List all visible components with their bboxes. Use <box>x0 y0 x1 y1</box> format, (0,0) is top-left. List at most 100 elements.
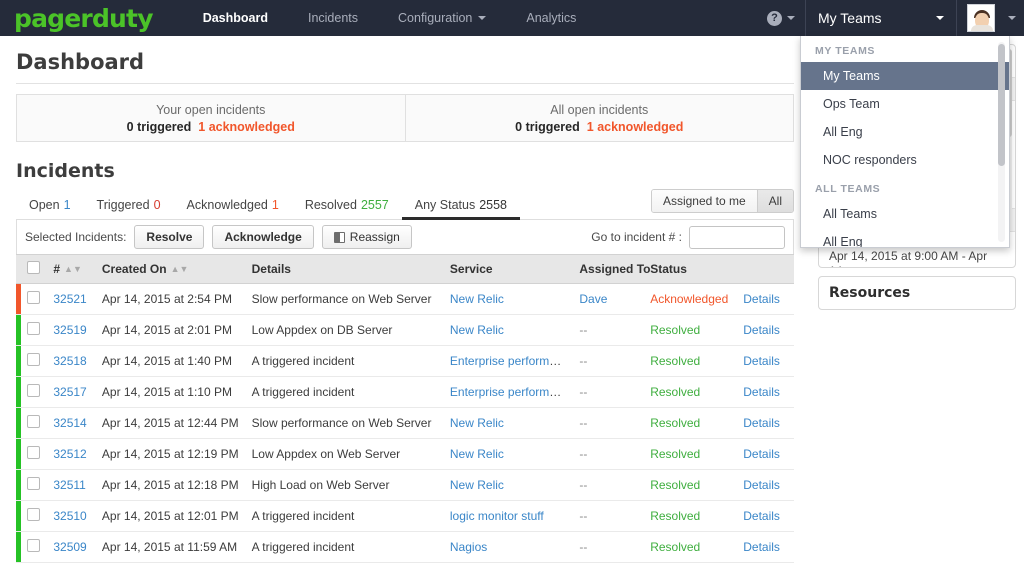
select-all-checkbox[interactable] <box>27 261 40 274</box>
incident-number-link[interactable]: 32514 <box>53 416 86 430</box>
sort-icon[interactable]: ▲▼ <box>64 265 82 274</box>
goto-incident-input[interactable] <box>689 226 785 249</box>
row-checkbox[interactable] <box>27 291 40 304</box>
row-actions: Details <box>737 315 794 346</box>
details-link[interactable]: Details <box>743 323 780 337</box>
service-link[interactable]: New Relic <box>450 478 504 492</box>
service-link[interactable]: Enterprise performance <box>450 354 573 368</box>
row-checkbox[interactable] <box>27 415 40 428</box>
tab-open[interactable]: Open1 <box>16 198 84 219</box>
details-link[interactable]: Details <box>743 354 780 368</box>
nav-link-dashboard[interactable]: Dashboard <box>183 0 288 36</box>
pagerduty-logo[interactable]: pagerduty <box>0 0 167 36</box>
nav-link-analytics[interactable]: Analytics <box>506 0 596 36</box>
incident-number-link[interactable]: 32518 <box>53 354 86 368</box>
page-title: Dashboard <box>16 50 794 74</box>
tab-acknowledged-label: Acknowledged <box>187 198 268 212</box>
row-details: Slow performance on Web Server <box>246 408 444 439</box>
dropdown-scrollbar-track[interactable] <box>998 42 1005 242</box>
service-link[interactable]: Nagios <box>450 540 487 554</box>
tab-acknowledged[interactable]: Acknowledged1 <box>174 198 292 219</box>
summary-label: All open incidents <box>550 103 648 117</box>
dropdown-scrollbar-thumb[interactable] <box>998 44 1005 166</box>
service-link[interactable]: New Relic <box>450 292 504 306</box>
tab-any-status-label: Any Status <box>415 198 475 212</box>
filter-all-button[interactable]: All <box>757 190 793 212</box>
table-row[interactable]: 32510Apr 14, 2015 at 12:01 PMA triggered… <box>16 501 794 532</box>
service-link[interactable]: New Relic <box>450 323 504 337</box>
row-checkbox[interactable] <box>27 446 40 459</box>
table-row[interactable]: 32514 Apr 14, 2015 at 12:44 PMSlow perfor… <box>16 408 794 439</box>
summary-acknowledged-count[interactable]: 1 acknowledged <box>198 120 295 134</box>
details-link[interactable]: Details <box>743 509 780 523</box>
teams-dropdown-button[interactable]: My Teams <box>805 0 957 36</box>
details-link[interactable]: Details <box>743 416 780 430</box>
service-link[interactable]: logic monitor stuff <box>450 509 544 523</box>
row-checkbox[interactable] <box>27 353 40 366</box>
table-row[interactable]: 32511Apr 14, 2015 at 12:18 PMHigh Load o… <box>16 470 794 501</box>
dropdown-item-all-eng[interactable]: All Eng <box>801 118 1009 146</box>
incident-number-link[interactable]: 32521 <box>53 292 86 306</box>
summary-acknowledged-count[interactable]: 1 acknowledged <box>587 120 684 134</box>
row-service: Nagios <box>444 532 573 563</box>
th-created-on[interactable]: Created On▲▼ <box>96 255 246 284</box>
incident-number-link[interactable]: 32509 <box>53 540 86 554</box>
acknowledge-button[interactable]: Acknowledge <box>212 225 313 249</box>
dropdown-item-my-teams[interactable]: My Teams <box>801 62 1009 90</box>
incident-number-link[interactable]: 32510 <box>53 509 86 523</box>
table-row[interactable]: 32518Apr 14, 2015 at 1:40 PMA triggered … <box>16 346 794 377</box>
row-select-cell <box>21 284 47 315</box>
th-status-label: Status <box>650 262 687 276</box>
table-row[interactable]: 32512Apr 14, 2015 at 12:19 PMLow Appdex … <box>16 439 794 470</box>
tab-triggered[interactable]: Triggered0 <box>84 198 174 219</box>
row-checkbox[interactable] <box>27 384 40 397</box>
row-checkbox[interactable] <box>27 539 40 552</box>
nav-link-incidents-label: Incidents <box>308 11 358 25</box>
reassign-button[interactable]: Reassign <box>322 225 412 249</box>
service-link[interactable]: New Relic <box>450 447 504 461</box>
tab-resolved-count: 2557 <box>361 198 389 212</box>
table-row[interactable]: 32519Apr 14, 2015 at 2:01 PMLow Appdex o… <box>16 315 794 346</box>
dropdown-item-noc-responders[interactable]: NOC responders <box>801 146 1009 174</box>
row-checkbox[interactable] <box>27 477 40 490</box>
table-row[interactable]: 32517Apr 14, 2015 at 1:10 PMA triggered … <box>16 377 794 408</box>
nav-link-configuration[interactable]: Configuration <box>378 0 506 36</box>
filter-assigned-to-me-button[interactable]: Assigned to me <box>652 190 757 212</box>
assignee-link[interactable]: Dave <box>579 292 607 306</box>
service-link[interactable]: Enterprise performance <box>450 385 573 399</box>
details-link[interactable]: Details <box>743 478 780 492</box>
details-link[interactable]: Details <box>743 292 780 306</box>
table-row[interactable]: 32521Apr 14, 2015 at 2:54 PMSlow perform… <box>16 284 794 315</box>
selected-incidents-label: Selected Incidents: <box>25 230 126 244</box>
table-row[interactable]: 32509Apr 14, 2015 at 11:59 AMA triggered… <box>16 532 794 563</box>
status-badge: Resolved <box>650 447 700 461</box>
nav-link-incidents[interactable]: Incidents <box>288 0 378 36</box>
dropdown-item-ops-team[interactable]: Ops Team <box>801 90 1009 118</box>
tab-resolved[interactable]: Resolved 2557 <box>292 198 402 219</box>
details-link[interactable]: Details <box>743 540 780 554</box>
details-link[interactable]: Details <box>743 385 780 399</box>
service-link[interactable]: New Relic <box>450 416 504 430</box>
row-checkbox[interactable] <box>27 508 40 521</box>
th-assigned-to-label: Assigned To <box>579 262 650 276</box>
user-menu-button[interactable] <box>957 0 1024 36</box>
row-assigned-to: -- <box>573 501 644 532</box>
sort-icon[interactable]: ▲▼ <box>171 265 189 274</box>
incident-number-link[interactable]: 32517 <box>53 385 86 399</box>
tab-resolved-label: Resolved <box>305 198 357 212</box>
row-incident-number: 32521 <box>47 284 96 315</box>
row-select-cell <box>21 439 47 470</box>
th-number[interactable]: #▲▼ <box>47 255 96 284</box>
dropdown-item-all-teams[interactable]: All Teams <box>801 200 1009 228</box>
help-menu-button[interactable]: ? <box>757 0 805 36</box>
incident-number-link[interactable]: 32511 <box>53 478 85 492</box>
row-created-on: Apr 14, 2015 at 12:44 PM <box>96 408 246 439</box>
resolve-button[interactable]: Resolve <box>134 225 204 249</box>
incident-number-link[interactable]: 32512 <box>53 447 86 461</box>
row-checkbox[interactable] <box>27 322 40 335</box>
dropdown-item-all-teams-all-eng[interactable]: All Eng <box>801 228 1009 248</box>
incident-number-link[interactable]: 32519 <box>53 323 86 337</box>
details-link[interactable]: Details <box>743 447 780 461</box>
row-actions: Details <box>737 408 794 439</box>
tab-any-status[interactable]: Any Status2558 <box>402 198 520 219</box>
